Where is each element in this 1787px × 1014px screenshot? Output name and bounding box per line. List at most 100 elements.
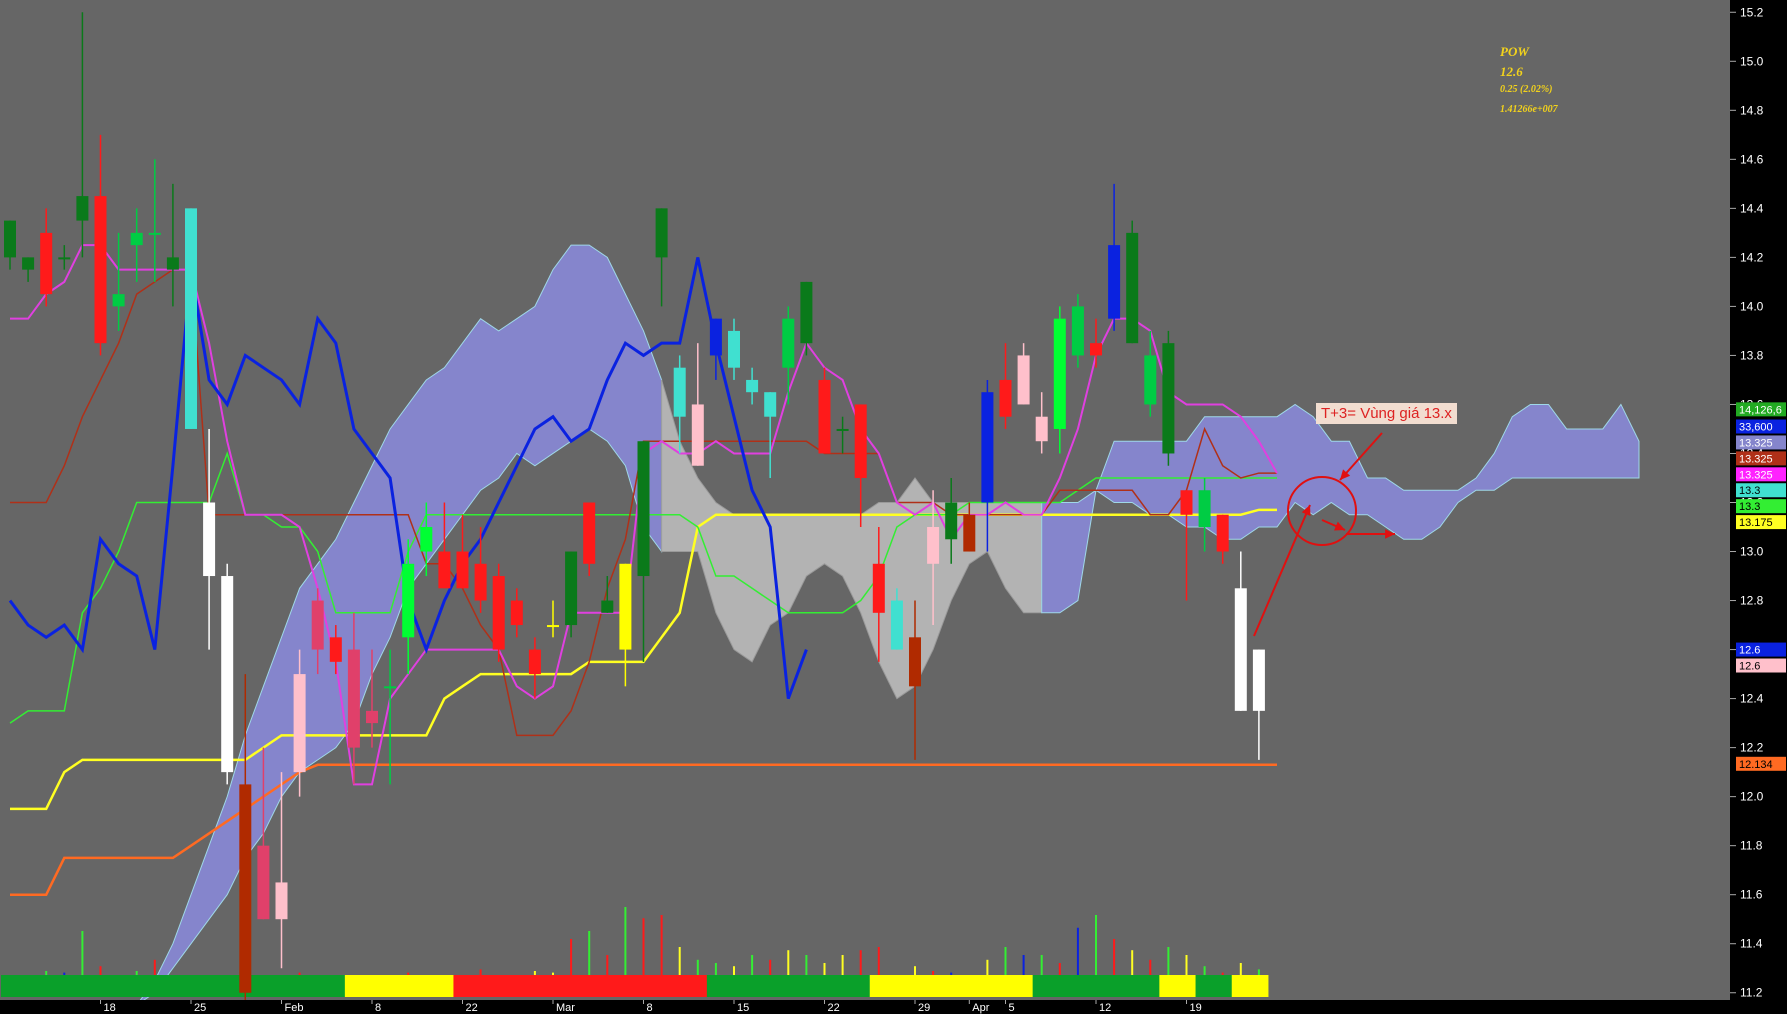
signal-strip-cell <box>0 975 20 997</box>
x-tick-label: Mar <box>556 1002 575 1014</box>
x-tick-label: 8 <box>647 1002 653 1014</box>
y-tick-label: 12.2 <box>1740 741 1764 755</box>
candle-body <box>1180 490 1193 515</box>
candle-body <box>474 563 487 601</box>
candle-body <box>221 576 234 773</box>
signal-strip-cell <box>37 975 56 997</box>
ichimoku-chart[interactable]: 15.215.014.814.614.414.214.013.813.613.4… <box>0 0 1787 1014</box>
signal-strip-cell <box>1177 975 1197 997</box>
signal-strip-cell <box>580 975 599 997</box>
x-tick-label: 19 <box>1190 1002 1202 1014</box>
signal-strip-cell <box>1159 975 1178 997</box>
signal-strip-cell <box>1231 975 1251 997</box>
price-label: 13.325 <box>1739 437 1773 449</box>
candle-body <box>746 379 759 393</box>
candle-body <box>185 208 197 429</box>
candle-body <box>329 637 342 662</box>
signal-strip-cell <box>507 975 527 997</box>
y-tick-label: 12.0 <box>1740 790 1764 804</box>
candle-body <box>4 220 16 258</box>
signal-strip-cell <box>127 975 147 997</box>
price-label: 12.134 <box>1739 759 1773 771</box>
y-tick-label: 13.8 <box>1740 348 1764 362</box>
candle-body <box>112 294 125 307</box>
candle-body <box>492 576 505 650</box>
y-tick-label: 15.2 <box>1740 5 1764 19</box>
y-tick-label: 11.2 <box>1740 986 1763 1000</box>
signal-strip-cell <box>960 975 979 997</box>
signal-strip-cell <box>924 975 943 997</box>
signal-strip-cell <box>996 975 1016 997</box>
candle-body <box>384 686 397 689</box>
signal-strip-cell <box>344 975 364 997</box>
candle-body <box>1162 343 1175 454</box>
candle-body <box>637 441 650 577</box>
signal-strip-cell <box>562 975 581 997</box>
candle-body <box>1071 306 1084 356</box>
candle-body <box>1234 588 1247 711</box>
signal-strip-cell <box>652 975 672 997</box>
y-tick-label: 13.0 <box>1740 545 1764 559</box>
signal-strip-cell <box>1068 975 1088 997</box>
candle-body <box>1035 416 1048 442</box>
signal-strip-cell <box>1086 975 1106 997</box>
y-tick-label: 12.4 <box>1740 692 1764 706</box>
price-label: 14,126,6 <box>1739 404 1782 416</box>
signal-strip-cell <box>779 975 798 997</box>
candle-body <box>347 649 360 748</box>
signal-strip-cell <box>887 975 907 997</box>
info-volume: 1.41266e+007 <box>1500 104 1558 115</box>
signal-strip-cell <box>1032 975 1052 997</box>
info-symbol: POW <box>1500 44 1529 59</box>
candle-body <box>1144 355 1157 405</box>
signal-strip-cell <box>381 975 400 997</box>
signal-strip-cell <box>55 975 74 997</box>
candle-body <box>673 367 686 417</box>
candle-body <box>800 281 813 344</box>
candle-body <box>166 257 179 270</box>
candle-body <box>257 845 270 920</box>
candle-body <box>927 527 940 564</box>
signal-strip-cell <box>869 975 889 997</box>
candle-body <box>1053 318 1066 429</box>
candle-body <box>366 710 378 724</box>
candle-body <box>981 392 994 503</box>
signal-strip-cell <box>833 975 853 997</box>
price-label: 12.6 <box>1739 661 1760 673</box>
y-tick-label: 11.6 <box>1740 888 1763 902</box>
y-tick-label: 12.8 <box>1740 594 1764 608</box>
candle-body <box>293 674 306 773</box>
candle-body <box>709 318 722 356</box>
signal-strip-cell <box>1050 975 1070 997</box>
signal-strip-cell <box>181 975 201 997</box>
candle-body <box>854 404 867 478</box>
y-tick-label: 14.0 <box>1740 299 1764 313</box>
signal-strip-cell <box>435 975 454 997</box>
price-label: 13.325 <box>1739 453 1773 465</box>
candle-body <box>275 882 288 920</box>
x-tick-label: 22 <box>828 1002 840 1014</box>
signal-strip-cell <box>761 975 780 997</box>
candle-body <box>94 196 107 344</box>
price-label: 13.3 <box>1739 485 1760 497</box>
signal-strip-cell <box>525 975 545 997</box>
candle-body <box>583 502 596 564</box>
y-tick-label: 11.8 <box>1740 839 1763 853</box>
price-label: 13.3 <box>1739 501 1760 513</box>
signal-strip-cell <box>399 975 418 997</box>
candle-body <box>456 551 469 589</box>
candle-body <box>890 600 903 650</box>
candle-body <box>1126 232 1139 344</box>
info-price: 12.6 <box>1500 64 1523 79</box>
x-tick-label: 8 <box>375 1002 381 1014</box>
signal-strip-cell <box>489 975 509 997</box>
signal-strip-cell <box>1195 975 1215 997</box>
signal-strip-cell <box>326 975 346 997</box>
price-label: 33,600 <box>1739 422 1773 434</box>
candle-body <box>22 257 35 270</box>
candle-body <box>872 563 885 613</box>
candle-body <box>728 330 740 368</box>
signal-strip-cell <box>109 975 129 997</box>
candle-body <box>836 428 849 431</box>
y-tick-label: 11.4 <box>1740 937 1763 951</box>
